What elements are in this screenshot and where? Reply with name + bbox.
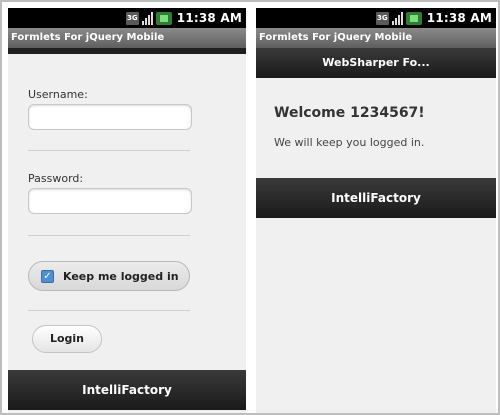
welcome-content: Welcome 1234567! We will keep you logged… — [256, 78, 496, 178]
app-title-bar: Formlets For jQuery Mobile — [8, 28, 246, 48]
app-title-bar: Formlets For jQuery Mobile — [256, 28, 496, 48]
battery-icon — [155, 11, 172, 25]
username-input[interactable] — [28, 104, 192, 130]
status-time: 11:38 AM — [176, 11, 242, 25]
battery-icon — [405, 11, 422, 25]
footer-bar: IntelliFactory — [8, 370, 246, 410]
welcome-message: We will keep you logged in. — [274, 136, 425, 149]
divider — [28, 150, 190, 151]
login-form: Username: Password: ✓ Keep me logged in … — [8, 48, 246, 413]
3g-icon: 3G — [125, 11, 139, 25]
password-label: Password: — [28, 172, 84, 185]
page-header: WebSharper Fo... — [256, 48, 496, 78]
phone-screen-welcome: 3G 11:38 AM Formlets For jQuery Mobile W… — [256, 8, 496, 413]
header-edge — [8, 48, 246, 54]
keep-logged-in-toggle[interactable]: ✓ Keep me logged in — [28, 261, 190, 291]
empty-area — [256, 218, 496, 413]
keep-logged-in-label: Keep me logged in — [63, 269, 179, 283]
footer-bar: IntelliFactory — [256, 178, 496, 218]
username-label: Username: — [28, 88, 88, 101]
status-bar: 3G 11:38 AM — [8, 8, 246, 28]
divider — [28, 235, 190, 236]
signal-icon — [141, 11, 153, 25]
screenshot-frame: 3G 11:38 AM Formlets For jQuery Mobile U… — [0, 0, 500, 415]
status-bar: 3G 11:38 AM — [256, 8, 496, 28]
divider — [28, 310, 190, 311]
password-input[interactable] — [28, 188, 192, 214]
welcome-title: Welcome 1234567! — [274, 105, 425, 121]
login-button[interactable]: Login — [32, 325, 102, 353]
phone-screen-login: 3G 11:38 AM Formlets For jQuery Mobile U… — [8, 8, 246, 413]
status-time: 11:38 AM — [426, 11, 492, 25]
checkbox-checked-icon[interactable]: ✓ — [41, 269, 54, 283]
3g-icon: 3G — [375, 11, 389, 25]
signal-icon — [391, 11, 403, 25]
